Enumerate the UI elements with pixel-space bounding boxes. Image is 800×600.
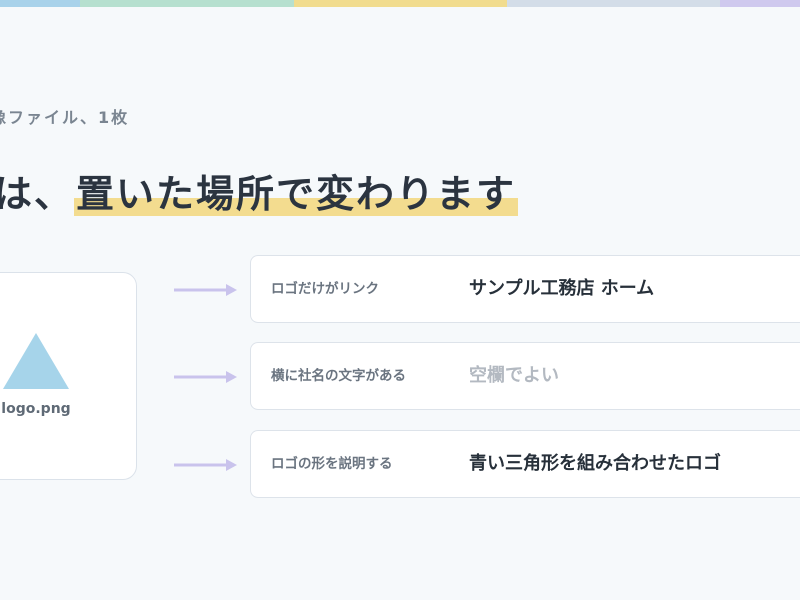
kicker-text: 像ファイル、1枚	[0, 108, 130, 127]
top-bar-segment-1	[0, 0, 80, 7]
triangle-icon	[3, 333, 69, 389]
headline-prefix: は、	[0, 171, 75, 216]
arrow-right-icon	[174, 371, 237, 383]
top-bar-segment-3	[294, 0, 507, 7]
alt-rule-row: ロゴだけがリンク サンプル工務店 ホーム	[250, 255, 800, 323]
headline: は、 置いた場所で変わります	[0, 160, 519, 220]
row-result: 空欄でよい	[469, 365, 559, 386]
top-bar-segment-4	[507, 0, 720, 7]
row-result: 青い三角形を組み合わせたロゴ	[469, 453, 721, 474]
alt-rule-row: 横に社名の文字がある 空欄でよい	[250, 342, 800, 410]
file-card: logo.png	[0, 272, 137, 480]
arrow-right-icon	[174, 459, 237, 471]
top-bar-segment-5	[720, 0, 800, 7]
arrow-right-icon	[174, 284, 237, 296]
row-condition: 横に社名の文字がある	[271, 368, 406, 384]
row-condition: ロゴだけがリンク	[271, 281, 379, 297]
headline-highlight: 置いた場所で変わります	[74, 163, 519, 218]
alt-rule-row: ロゴの形を説明する 青い三角形を組み合わせたロゴ	[250, 430, 800, 498]
top-bar-segment-2	[80, 0, 294, 7]
top-color-bar	[0, 0, 800, 7]
file-name: logo.png	[1, 401, 71, 417]
row-condition: ロゴの形を説明する	[271, 456, 393, 472]
row-result: サンプル工務店 ホーム	[469, 278, 655, 299]
